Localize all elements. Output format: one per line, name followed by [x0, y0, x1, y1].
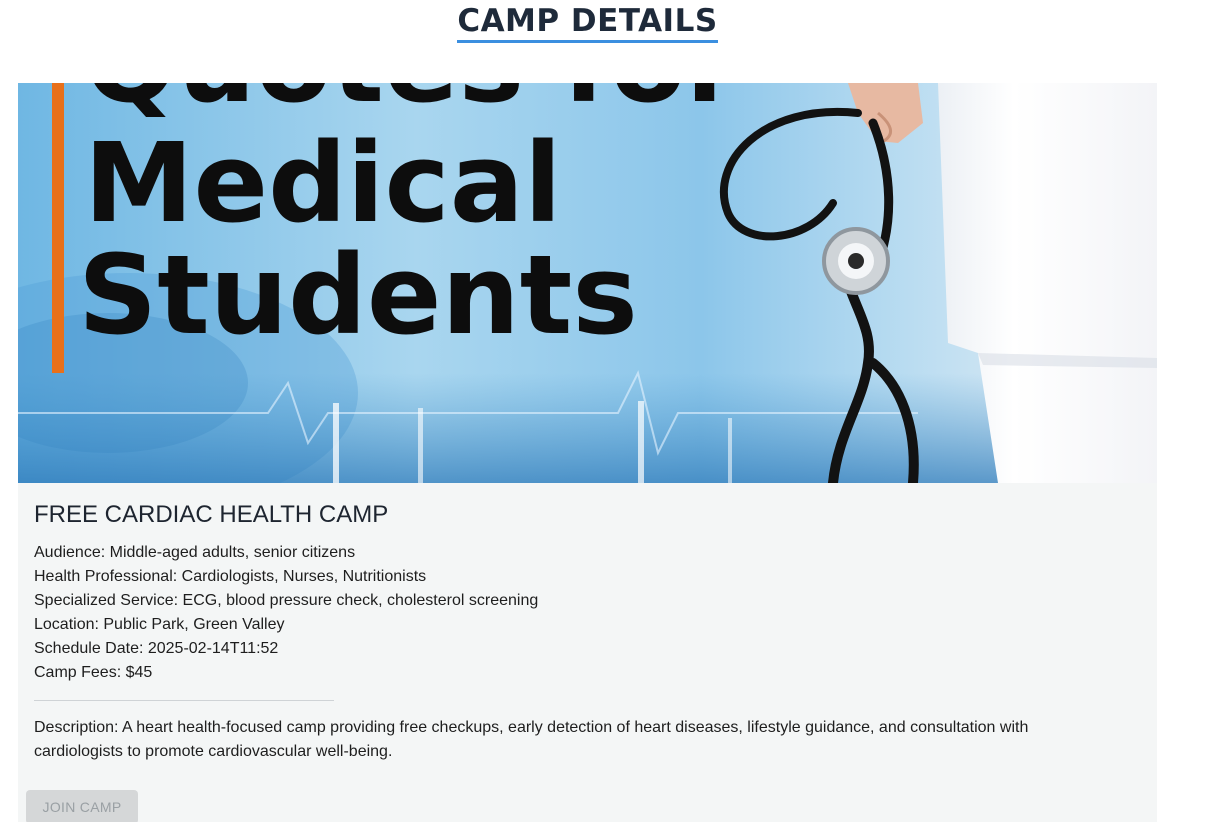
join-camp-button[interactable]: JOIN CAMP: [26, 790, 138, 822]
camp-name: FREE CARDIAC HEALTH CAMP: [34, 501, 389, 528]
banner-text-line3: Students: [78, 231, 638, 359]
page-header: CAMP DETAILS: [0, 0, 1175, 43]
camp-specialized-service: Specialized Service: ECG, blood pressure…: [34, 592, 539, 609]
banner-text-line2: Medical: [84, 119, 562, 247]
camp-location: Location: Public Park, Green Valley: [34, 616, 285, 633]
camp-fees: Camp Fees: $45: [34, 664, 153, 681]
camp-health-professional: Health Professional: Cardiologists, Nurs…: [34, 568, 427, 585]
camp-schedule-date: Schedule Date: 2025-02-14T11:52: [34, 640, 279, 657]
divider: [34, 700, 334, 701]
camp-banner-image: Quotes for Medical Students: [18, 83, 1157, 483]
page-title: CAMP DETAILS: [457, 3, 718, 43]
camp-description: Description: A heart health-focused camp…: [34, 719, 1029, 760]
camp-info-list: Audience: Middle-aged adults, senior cit…: [34, 541, 538, 685]
camp-audience: Audience: Middle-aged adults, senior cit…: [34, 544, 356, 561]
camp-detail-card: Quotes for Medical Students FREE CARDIAC…: [18, 83, 1157, 822]
